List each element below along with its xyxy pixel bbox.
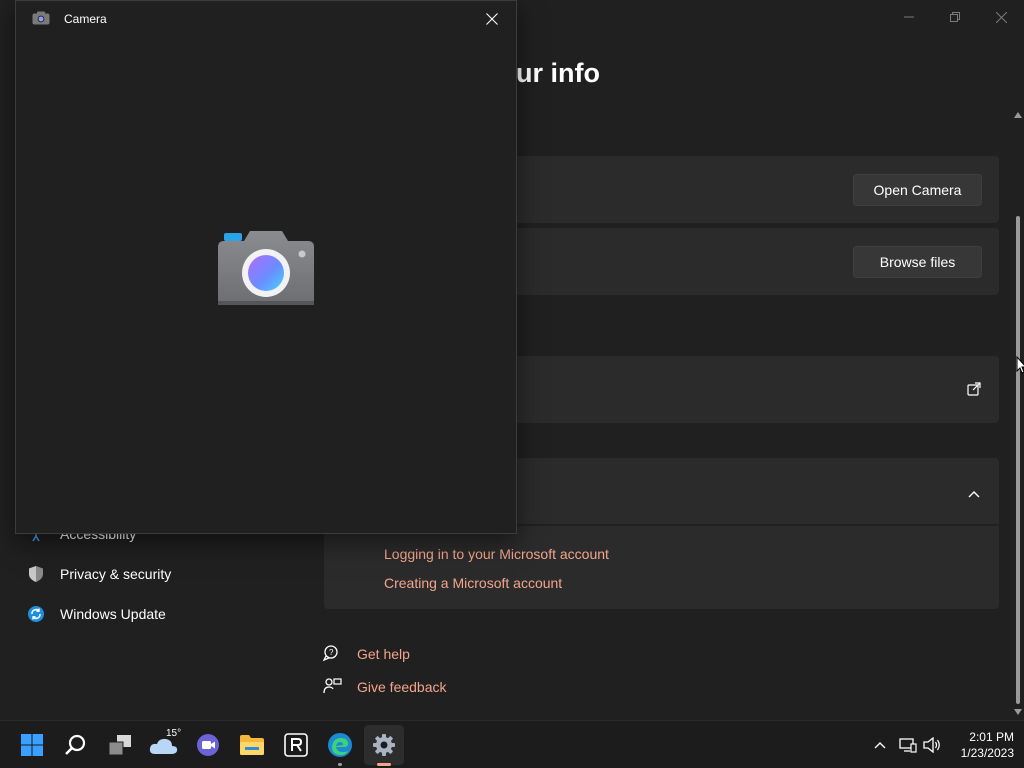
settings-app-button[interactable] bbox=[364, 725, 404, 766]
mouse-cursor-icon bbox=[1016, 355, 1024, 379]
camera-window-title: Camera bbox=[64, 12, 107, 26]
restore-button[interactable] bbox=[932, 4, 978, 30]
search-button[interactable] bbox=[56, 725, 96, 765]
camera-app-icon bbox=[32, 11, 50, 30]
logging-in-link[interactable]: Logging in to your Microsoft account bbox=[384, 546, 609, 562]
r-app-button[interactable] bbox=[276, 725, 316, 765]
sidebar-item-privacy-security[interactable]: Privacy & security bbox=[24, 559, 171, 589]
browse-files-button[interactable]: Browse files bbox=[853, 246, 982, 278]
search-icon bbox=[65, 734, 86, 755]
folder-icon bbox=[240, 735, 264, 755]
sidebar-item-windows-update[interactable]: Windows Update bbox=[24, 599, 166, 629]
chat-icon bbox=[197, 734, 219, 756]
get-help-link[interactable]: Get help bbox=[357, 646, 410, 662]
camera-window[interactable]: Camera bbox=[15, 0, 517, 534]
page-title: ur info bbox=[516, 58, 600, 88]
task-view-icon bbox=[108, 735, 131, 756]
chevron-up-icon[interactable] bbox=[968, 485, 980, 503]
taskbar: 15° 2:01 PM 1/23/2023 bbox=[0, 720, 1024, 768]
sidebar-item-label: Windows Update bbox=[60, 606, 166, 622]
windows-update-icon bbox=[24, 602, 48, 626]
teams-chat-button[interactable] bbox=[188, 725, 228, 765]
shield-icon bbox=[24, 562, 48, 586]
task-view-button[interactable] bbox=[100, 725, 140, 765]
network-button[interactable] bbox=[898, 735, 918, 755]
active-indicator bbox=[377, 763, 391, 766]
get-help-icon: ? bbox=[322, 643, 342, 668]
gear-icon bbox=[373, 734, 395, 756]
windows-logo-icon bbox=[21, 734, 43, 756]
minimize-button[interactable] bbox=[886, 4, 932, 30]
start-button[interactable] bbox=[12, 725, 52, 765]
open-camera-button[interactable]: Open Camera bbox=[853, 174, 982, 206]
running-indicator bbox=[338, 763, 342, 766]
close-button[interactable] bbox=[978, 4, 1024, 30]
volume-button[interactable] bbox=[922, 735, 942, 755]
camera-logo-icon bbox=[216, 227, 316, 314]
camera-titlebar[interactable]: Camera bbox=[16, 1, 516, 35]
weather-widget[interactable]: 15° bbox=[144, 725, 184, 765]
scrollbar[interactable] bbox=[1014, 112, 1022, 716]
close-icon bbox=[995, 11, 1007, 23]
weather-temperature: 15° bbox=[166, 728, 182, 739]
edge-button[interactable] bbox=[320, 725, 360, 766]
sidebar-item-label: Privacy & security bbox=[60, 566, 172, 582]
r-app-icon bbox=[284, 733, 308, 757]
show-hidden-icons-button[interactable] bbox=[870, 735, 890, 755]
svg-text:?: ? bbox=[329, 648, 334, 657]
clock-time: 2:01 PM bbox=[969, 730, 1014, 744]
camera-close-button[interactable] bbox=[486, 12, 498, 30]
give-feedback-link[interactable]: Give feedback bbox=[357, 679, 447, 695]
give-feedback-icon bbox=[322, 676, 342, 701]
clock-date: 1/23/2023 bbox=[960, 746, 1014, 760]
edge-icon bbox=[328, 733, 352, 757]
restore-icon bbox=[950, 12, 960, 22]
network-icon bbox=[899, 738, 917, 753]
file-explorer-button[interactable] bbox=[232, 725, 272, 765]
chevron-up-icon bbox=[874, 742, 886, 749]
minimize-icon bbox=[904, 16, 914, 18]
open-external-icon bbox=[967, 382, 981, 401]
speaker-icon bbox=[923, 737, 940, 753]
close-icon bbox=[486, 13, 498, 25]
clock[interactable]: 2:01 PM 1/23/2023 bbox=[948, 729, 1014, 761]
creating-account-link[interactable]: Creating a Microsoft account bbox=[384, 575, 562, 591]
related-support-content: Logging in to your Microsoft account Cre… bbox=[324, 526, 999, 609]
